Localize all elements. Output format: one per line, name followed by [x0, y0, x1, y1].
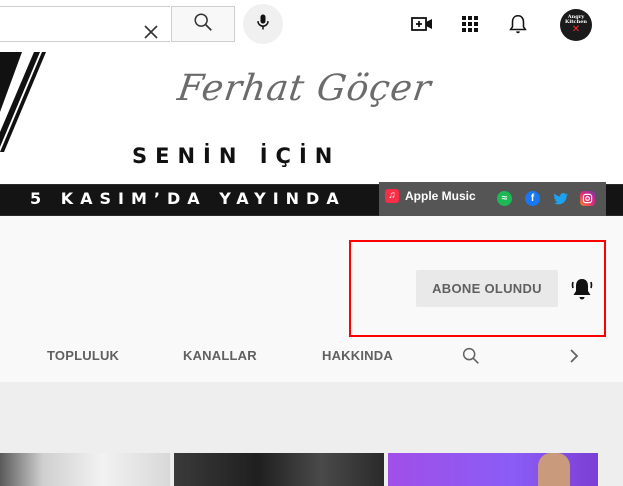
- top-bar: Angry Kitchen ✕: [0, 0, 623, 52]
- search-input[interactable]: [0, 6, 170, 42]
- banner-signature: Ferhat Göçer: [175, 68, 435, 109]
- search-icon[interactable]: [460, 345, 482, 367]
- apple-music-label: Apple Music: [405, 189, 476, 203]
- bell-icon[interactable]: [506, 12, 530, 36]
- chevron-right-icon[interactable]: [566, 346, 582, 366]
- video-thumbnail[interactable]: [388, 453, 598, 486]
- spotify-icon[interactable]: ≈: [497, 191, 512, 206]
- apple-music-icon: ♫: [385, 189, 399, 203]
- facebook-icon[interactable]: f: [525, 191, 540, 206]
- channel-banner: Ferhat Göçer SENİN İÇİN 5 KASIM’DA YAYIN…: [0, 52, 623, 216]
- search-button[interactable]: [171, 6, 235, 42]
- instagram-icon[interactable]: [580, 191, 595, 206]
- tab-channels[interactable]: KANALLAR: [183, 348, 257, 363]
- twitter-icon[interactable]: [553, 191, 568, 206]
- banner-release-text: 5 KASIM’DA YAYINDA: [30, 189, 346, 208]
- voice-search-button[interactable]: [243, 4, 283, 44]
- avatar-mark: ✕: [571, 24, 581, 35]
- video-thumbnail[interactable]: [174, 453, 384, 486]
- banner-release-bar: 5 KASIM’DA YAYINDA ♫ Apple Music ≈ f: [0, 182, 623, 216]
- apple-music-link[interactable]: ♫ Apple Music: [385, 189, 476, 203]
- highlight-box: [349, 240, 606, 337]
- microphone-icon: [253, 12, 273, 37]
- thumbnail-face: [538, 453, 570, 486]
- banner-stripes: [0, 52, 46, 152]
- banner-links: ♫ Apple Music ≈ f: [379, 182, 606, 216]
- search-icon: [192, 11, 214, 38]
- apps-grid-icon[interactable]: [458, 12, 482, 36]
- banner-song-title: SENİN İÇİN: [132, 144, 341, 168]
- video-create-icon[interactable]: [410, 12, 434, 36]
- tab-community[interactable]: TOPLULUK: [47, 348, 119, 363]
- avatar[interactable]: Angry Kitchen ✕: [560, 9, 592, 41]
- close-icon[interactable]: [139, 20, 163, 44]
- tab-about[interactable]: HAKKINDA: [322, 348, 393, 363]
- video-thumbnail[interactable]: [0, 453, 170, 486]
